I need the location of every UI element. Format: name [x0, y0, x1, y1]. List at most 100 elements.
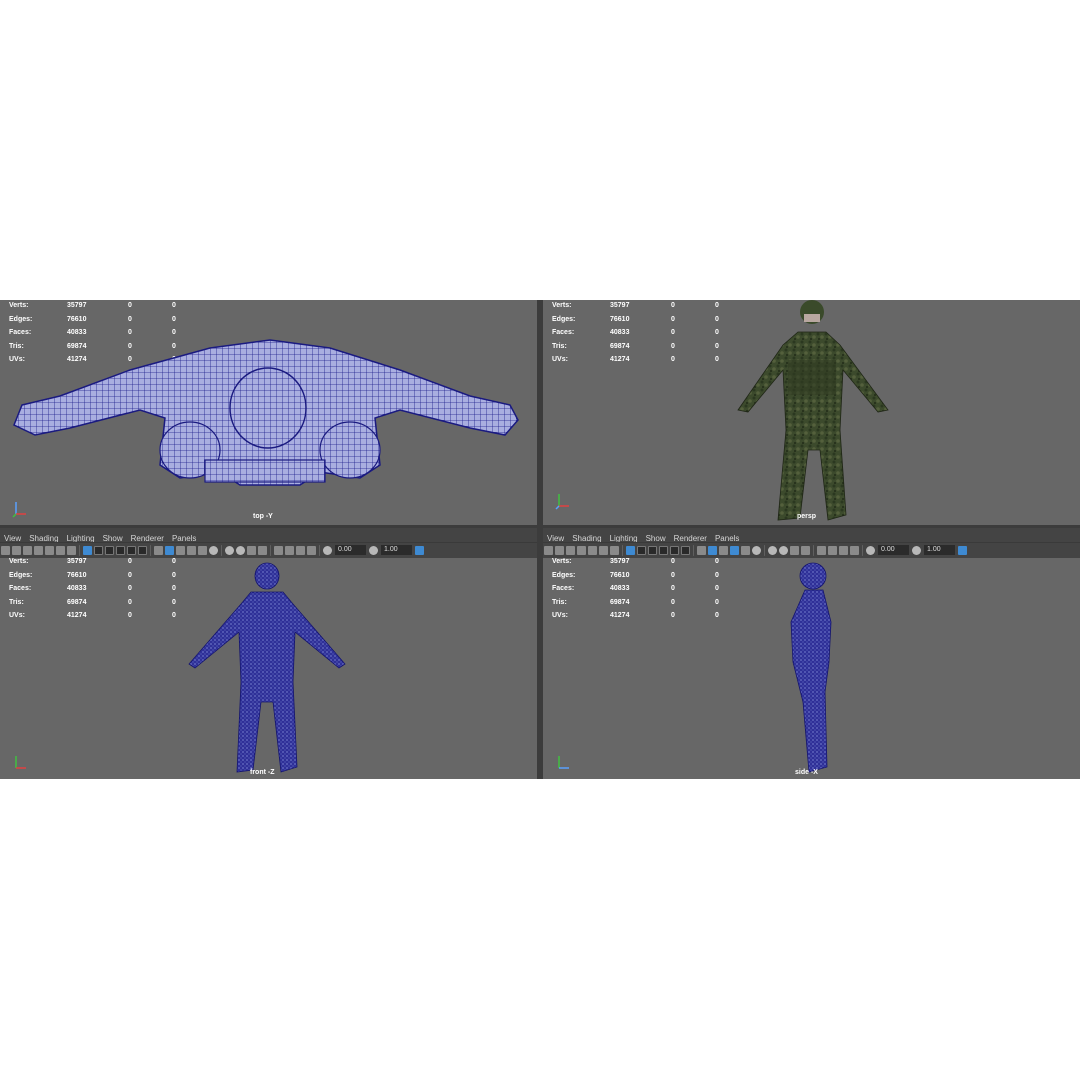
separator — [862, 545, 863, 556]
separator — [813, 545, 814, 556]
grid-icon[interactable] — [626, 546, 635, 555]
gamma-field[interactable]: 1.00 — [924, 545, 955, 555]
xray-joints-icon[interactable] — [307, 546, 316, 555]
field-chart-icon[interactable] — [670, 546, 679, 555]
depth-of-field-icon[interactable] — [258, 546, 267, 555]
resolution-gate-icon[interactable] — [105, 546, 114, 555]
anti-alias-icon[interactable] — [790, 546, 799, 555]
safe-action-icon[interactable] — [138, 546, 147, 555]
ambient-occlusion-icon[interactable] — [768, 546, 777, 555]
viewport-front[interactable]: View Shading Lighting Show Renderer Panels 0.… — [0, 528, 537, 779]
textured-icon[interactable] — [187, 546, 196, 555]
textured-icon[interactable] — [730, 546, 739, 555]
viewport-side[interactable]: View Shading Lighting Show Renderer Panels 0.… — [543, 528, 1080, 779]
axis-gizmo-icon — [12, 502, 26, 518]
camera-attr-icon[interactable] — [12, 546, 21, 555]
separator — [79, 545, 80, 556]
image-plane-icon[interactable] — [45, 546, 54, 555]
film-gate-icon[interactable] — [637, 546, 646, 555]
poly-count-hud: Verts: 35797 0 0 Edges: 76610 0 0 Faces: 40833 0… — [552, 302, 727, 370]
2d-pan-icon[interactable] — [56, 546, 65, 555]
wireframe-icon[interactable] — [697, 546, 706, 555]
2d-pan-icon[interactable] — [599, 546, 608, 555]
wireframe-on-shaded-icon[interactable] — [176, 546, 185, 555]
bookmark-icon[interactable] — [23, 546, 32, 555]
film-gate-icon[interactable] — [94, 546, 103, 555]
separator — [764, 545, 765, 556]
xray-active-icon[interactable] — [296, 546, 305, 555]
anti-alias-icon[interactable] — [247, 546, 256, 555]
hud-row-edges: Edges: 76610 0 0 — [552, 315, 719, 323]
depth-of-field-icon[interactable] — [801, 546, 810, 555]
light-icon[interactable] — [741, 546, 750, 555]
hud-row-verts: Verts: 35797 0 0 — [552, 558, 719, 565]
xray-icon[interactable] — [285, 546, 294, 555]
hud-row-faces: Faces: 40833 0 0 — [9, 585, 176, 593]
soldier-textured-persp[interactable] — [728, 300, 898, 525]
safe-action-icon[interactable] — [681, 546, 690, 555]
shaded-icon[interactable] — [708, 546, 717, 555]
grease-pencil-icon[interactable] — [610, 546, 619, 555]
exposure-field[interactable]: 0.00 — [878, 545, 909, 555]
separator — [221, 545, 222, 556]
image-plane-icon[interactable] — [588, 546, 597, 555]
hud-row-tris: Tris: 69874 0 0 — [552, 598, 719, 606]
viewport-top[interactable]: Verts: 35797 0 0 Edges: 76610 0 0 Faces: 40833 0… — [0, 300, 537, 525]
color-space-icon[interactable] — [415, 546, 424, 555]
resolution-gate-icon[interactable] — [648, 546, 657, 555]
light-icon[interactable] — [198, 546, 207, 555]
grease-pencil-icon[interactable] — [67, 546, 76, 555]
wireframe-on-shaded-icon[interactable] — [719, 546, 728, 555]
separator — [150, 545, 151, 556]
isolate-icon[interactable] — [274, 546, 283, 555]
gate-mask-icon[interactable] — [659, 546, 668, 555]
soldier-mesh-front-view[interactable] — [185, 562, 350, 777]
camera-label-top: top -Y — [253, 513, 273, 520]
hud-row-edges: Edges: 76610 0 0 — [9, 571, 176, 579]
camera-icon[interactable] — [544, 546, 553, 555]
gamma-icon[interactable] — [369, 546, 378, 555]
shaded-icon[interactable] — [165, 546, 174, 555]
hud-row-tris: Tris: 69874 0 0 — [9, 598, 176, 606]
gamma-field[interactable]: 1.00 — [381, 545, 412, 555]
maya-editor: Verts: 35797 0 0 Edges: 76610 0 0 Faces: 40833 0… — [0, 300, 1080, 779]
hud-row-uvs: UVs:4127400 — [9, 612, 176, 620]
axis-gizmo-icon — [555, 494, 569, 510]
axis-gizmo-icon — [15, 756, 26, 769]
camera-label-front: front -Z — [250, 769, 275, 776]
motion-blur-icon[interactable] — [236, 546, 245, 555]
camera-attr-icon[interactable] — [555, 546, 564, 555]
bookmark-icon[interactable] — [566, 546, 575, 555]
shadows-icon[interactable] — [752, 546, 761, 555]
wireframe-icon[interactable] — [154, 546, 163, 555]
exposure-field[interactable]: 0.00 — [335, 545, 366, 555]
gate-mask-icon[interactable] — [116, 546, 125, 555]
hud-row-uvs: UVs:4127400 — [552, 612, 719, 620]
soldier-mesh-side-view[interactable] — [783, 562, 843, 777]
viewport-persp[interactable]: Verts: 35797 0 0 Edges: 76610 0 0 Faces: 40833 0… — [543, 300, 1080, 525]
gamma-icon[interactable] — [912, 546, 921, 555]
panel-menu-bar: View Shading Lighting Show Renderer Panels — [543, 528, 1080, 543]
xray-icon[interactable] — [828, 546, 837, 555]
exposure-icon[interactable] — [866, 546, 875, 555]
separator — [622, 545, 623, 556]
hud-row-faces: Faces: 40833 0 0 — [552, 329, 719, 337]
panel-toolbar: 0.00 1.00 — [543, 542, 1080, 558]
camera-icon[interactable] — [1, 546, 10, 555]
grid-icon[interactable] — [83, 546, 92, 555]
bookmark-icon[interactable] — [577, 546, 586, 555]
shadows-icon[interactable] — [209, 546, 218, 555]
xray-joints-icon[interactable] — [850, 546, 859, 555]
exposure-icon[interactable] — [323, 546, 332, 555]
motion-blur-icon[interactable] — [779, 546, 788, 555]
color-space-icon[interactable] — [958, 546, 967, 555]
ambient-occlusion-icon[interactable] — [225, 546, 234, 555]
bookmark-icon[interactable] — [34, 546, 43, 555]
field-chart-icon[interactable] — [127, 546, 136, 555]
isolate-icon[interactable] — [817, 546, 826, 555]
hud-row-tris: Tris: 69874 0 0 — [552, 342, 719, 350]
xray-active-icon[interactable] — [839, 546, 848, 555]
separator — [270, 545, 271, 556]
separator — [693, 545, 694, 556]
soldier-mesh-top-view[interactable] — [0, 300, 537, 525]
